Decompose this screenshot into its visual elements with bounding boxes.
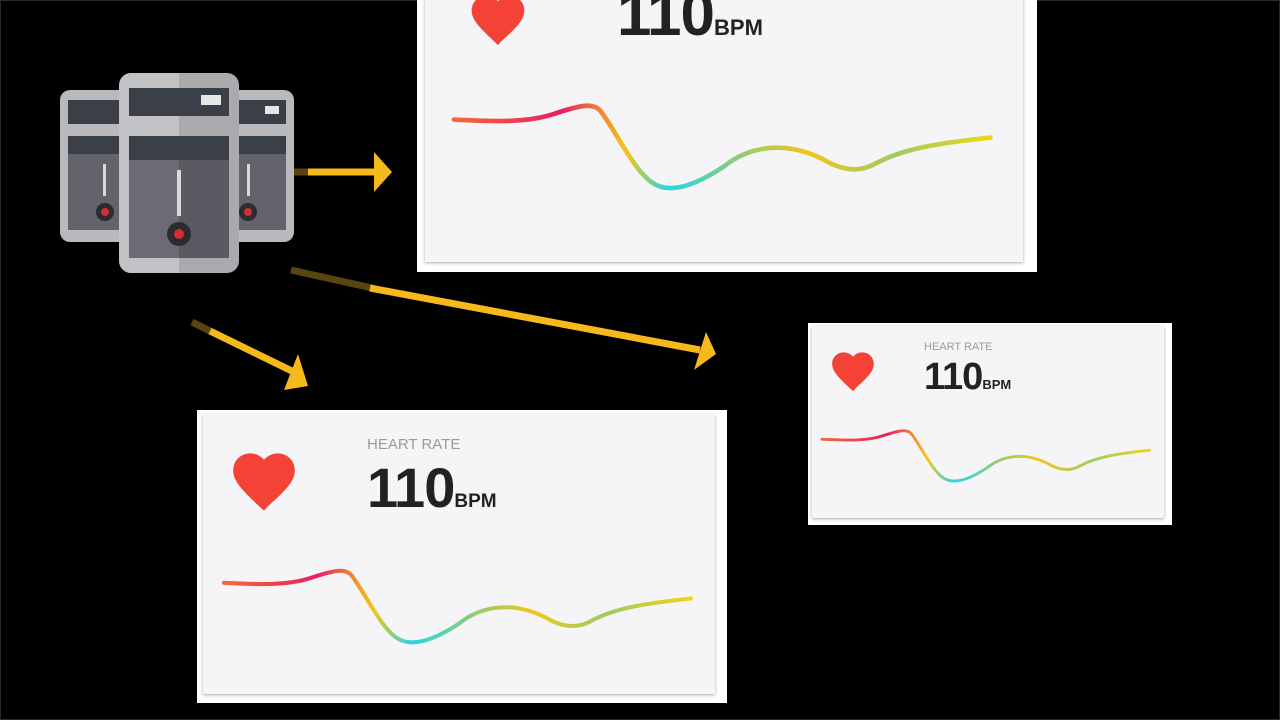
heart-icon xyxy=(233,453,295,511)
heart-rate-waveform xyxy=(820,429,1152,483)
heart-rate-label: HEART RATE xyxy=(924,341,993,353)
bpm-unit: BPM xyxy=(454,491,497,512)
bpm-unit: BPM xyxy=(982,377,1012,392)
card-surface: HEART RATE 110BPM xyxy=(203,414,715,694)
heart-rate-card-right: HEART RATE 110BPM xyxy=(808,323,1172,525)
heart-rate-card-top: 110BPM xyxy=(417,0,1037,272)
card-surface: HEART RATE 110BPM xyxy=(812,326,1164,518)
heart-icon xyxy=(471,0,525,45)
heart-rate-waveform xyxy=(451,103,993,191)
bpm-number: 110 xyxy=(617,0,715,49)
heart-rate-card-bottom: HEART RATE 110BPM xyxy=(197,410,727,703)
heart-icon xyxy=(832,352,874,392)
bpm-unit: BPM xyxy=(714,15,763,40)
bpm-number: 110 xyxy=(924,356,983,398)
bpm-number: 110 xyxy=(367,456,455,519)
heart-rate-value: 110BPM xyxy=(617,0,763,59)
heart-rate-value: 110BPM xyxy=(367,458,497,532)
heart-rate-label: HEART RATE xyxy=(367,436,461,453)
card-surface: 110BPM xyxy=(425,0,1023,262)
heart-rate-value: 110BPM xyxy=(924,356,1011,406)
heart-rate-waveform xyxy=(221,568,693,645)
